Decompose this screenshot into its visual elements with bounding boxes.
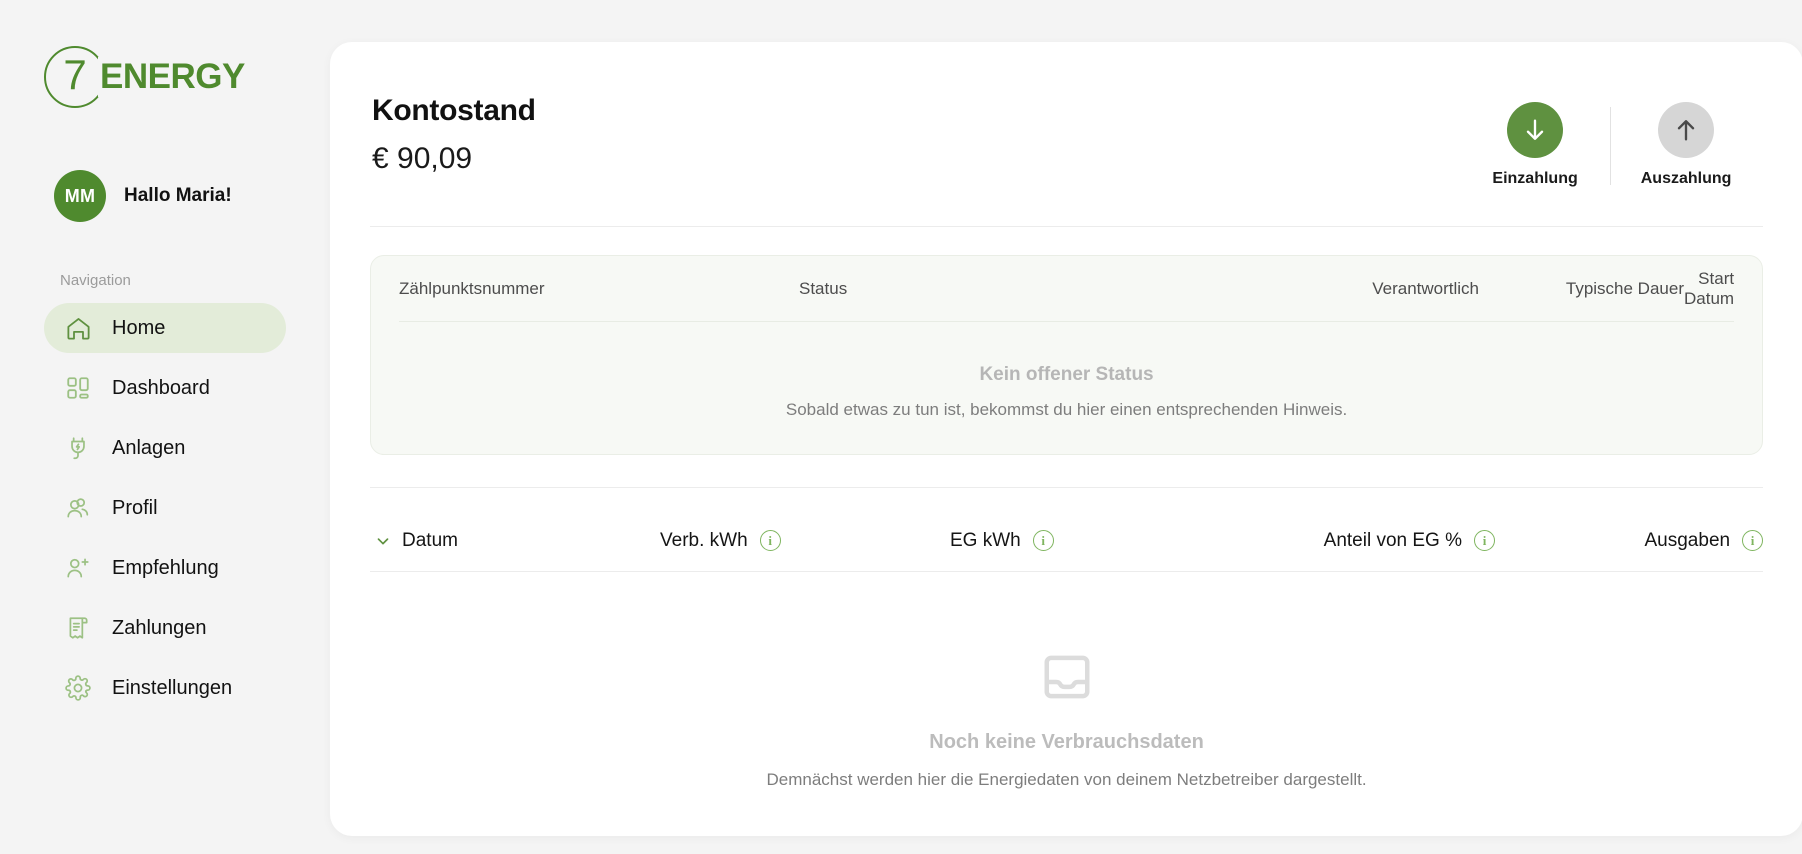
sidebar-item-label: Dashboard [112,376,210,399]
sidebar-item-einstellungen[interactable]: Einstellungen [44,663,286,713]
withdraw-button[interactable]: Auszahlung [1611,102,1761,188]
status-empty-title: Kein offener Status [979,364,1154,385]
consumption-col-label: Anteil von EG % [1323,529,1462,551]
consumption-col-label: Verb. kWh [660,529,748,551]
sidebar-item-anlagen[interactable]: Anlagen [44,423,286,473]
dashboard-icon [64,374,92,402]
status-col-typische-dauer: Typische Dauer [1565,278,1684,298]
status-empty-state: Kein offener Status Sobald etwas zu tun … [399,322,1734,420]
deposit-label: Einzahlung [1492,170,1578,187]
info-icon[interactable]: i [1742,530,1764,551]
nav-section-label: Navigation [60,272,131,289]
gear-icon [64,674,92,702]
main-content: Kontostand € 90,09 Einzahlung Auszahlung… [330,0,1802,854]
sidebar-item-label: Profil [112,496,158,519]
page-title: Kontostand [372,94,536,127]
app-root: 7 ENERGY MM Hallo Maria! Navigation Home [0,0,1802,854]
consumption-empty-title: Noch keine Verbrauchsdaten [929,731,1204,753]
logo-numeral: 7 [63,51,87,98]
consumption-col-datum[interactable]: Datum [402,530,660,552]
sidebar-item-label: Anlagen [112,436,186,459]
status-col-start-datum: Start Datum [1684,268,1735,308]
sidebar-item-label: Einstellungen [112,676,233,699]
status-table-header: Zählpunktsnummer Status Verantwortlich T… [399,256,1735,322]
balance-actions: Einzahlung Auszahlung [1460,102,1761,188]
user-greeting-row[interactable]: MM Hallo Maria! [0,170,330,222]
brand-logo[interactable]: 7 ENERGY [0,40,330,108]
sidebar-item-label: Empfehlung [112,556,219,579]
logo-wordmark: ENERGY [98,57,245,97]
sidebar-item-label: Home [112,316,166,339]
sidebar-item-profil[interactable]: Profil [44,483,286,533]
sidebar-item-dashboard[interactable]: Dashboard [44,363,286,413]
status-panel: Zählpunktsnummer Status Verantwortlich T… [370,255,1764,455]
info-icon[interactable]: i [759,530,781,551]
sidebar-item-home[interactable]: Home [44,303,286,353]
greeting-text: Hallo Maria! [124,185,232,206]
sidebar-item-empfehlung[interactable]: Empfehlung [44,543,286,593]
status-col-zaehlpunktsnummer: Zählpunktsnummer [399,278,545,298]
consumption-col-verb-kwh: Verb. kWh i [660,530,950,552]
consumption-empty-subtitle: Demnächst werden hier die Energiedaten v… [766,770,1367,789]
avatar: MM [54,170,106,222]
balance-header: Kontostand € 90,09 Einzahlung Auszahlung [368,42,1765,188]
chevron-down-icon[interactable] [370,532,396,550]
logo-circle-seven: 7 [44,46,106,108]
users-icon [64,494,92,522]
withdraw-label: Auszahlung [1640,170,1732,187]
plug-icon [64,434,92,462]
arrow-down-icon [1507,102,1564,158]
sidebar-item-label: Zahlungen [112,616,207,639]
balance-amount: € 90,09 [372,142,473,175]
invoice-icon [64,614,92,642]
section-divider [370,487,1764,488]
deposit-button[interactable]: Einzahlung [1460,102,1610,188]
overview-card: Kontostand € 90,09 Einzahlung Auszahlung… [330,42,1802,836]
inbox-icon [1040,650,1094,709]
consumption-col-label: EG kWh [950,529,1021,551]
balance-block: Kontostand € 90,09 [372,94,536,176]
info-icon[interactable]: i [1474,530,1495,551]
home-icon [64,314,92,342]
consumption-col-anteil-von-eg: Anteil von EG % i [1205,530,1495,552]
consumption-col-eg-kwh: EG kWh i [950,530,1205,552]
status-col-status: Status [799,278,848,298]
user-plus-icon [64,554,92,582]
consumption-col-label: Ausgaben [1644,529,1731,551]
header-divider [370,226,1764,227]
sidebar-nav: Home Dashboard Anlagen Profil Empfehlung… [0,303,330,713]
consumption-col-ausgaben: Ausgaben i [1495,529,1764,552]
status-col-verantwortlich: Verantwortlich [1372,278,1479,298]
arrow-up-icon [1658,102,1715,158]
consumption-table-header: Datum Verb. kWh i EG kWh i Anteil von EG… [370,510,1764,572]
sidebar-item-zahlungen[interactable]: Zahlungen [44,603,286,653]
status-empty-subtitle: Sobald etwas zu tun ist, bekommst du hie… [785,400,1348,419]
sidebar: 7 ENERGY MM Hallo Maria! Navigation Home [0,0,330,854]
info-icon[interactable]: i [1032,530,1054,551]
consumption-empty-state: Noch keine Verbrauchsdaten Demnächst wer… [368,572,1765,790]
